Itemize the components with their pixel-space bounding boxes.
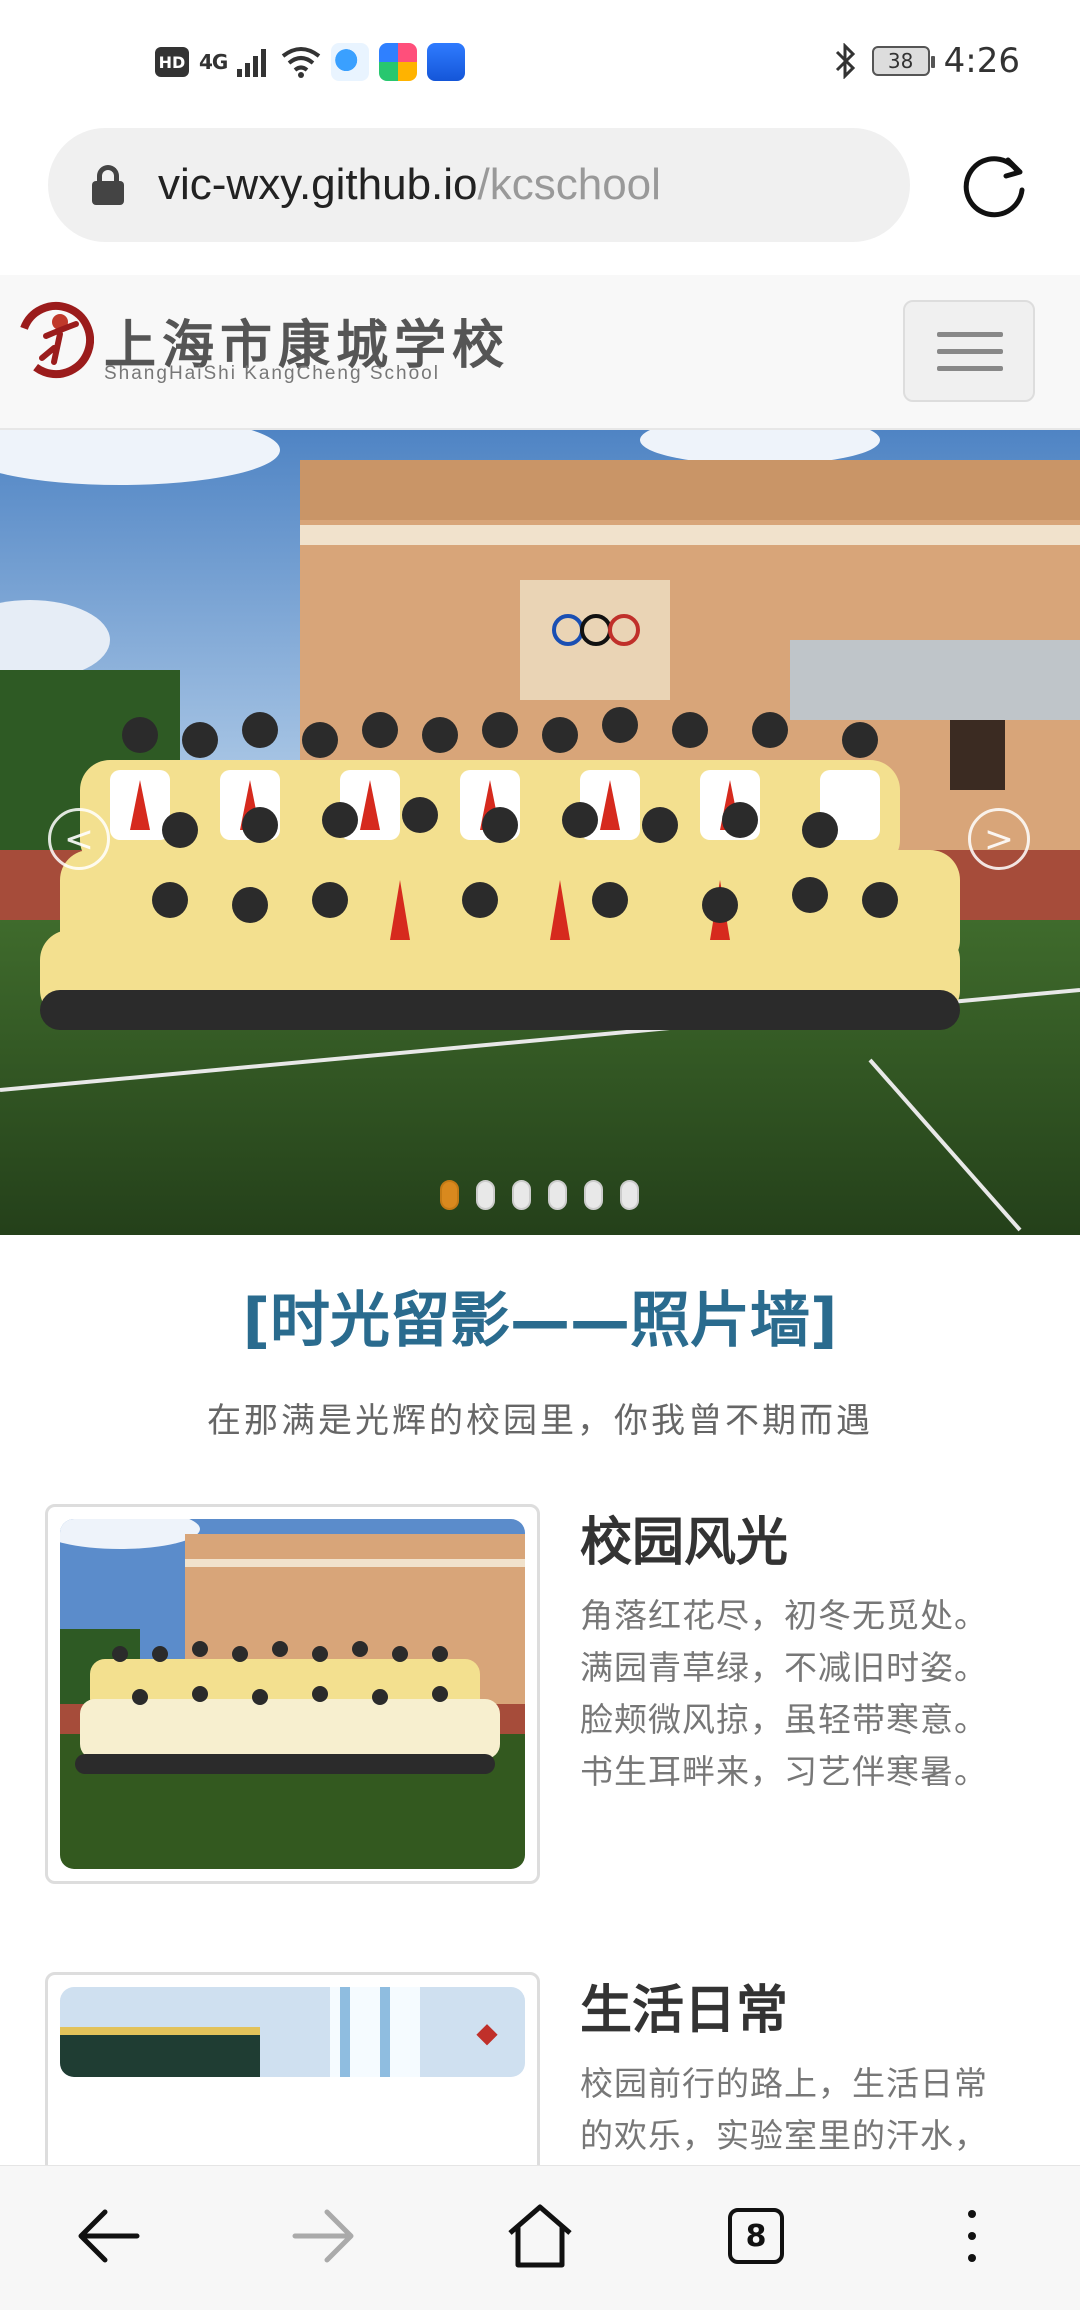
feature-title: 生活日常	[580, 1981, 789, 2041]
wifi-icon	[282, 47, 321, 78]
carousel-next-button[interactable]: >	[968, 808, 1030, 870]
status-left: HD 4G	[155, 40, 466, 84]
site-header: 上海市康城学校 ShangHaiShi KangCheng School	[0, 275, 1080, 430]
school-logo-icon[interactable]	[16, 300, 94, 380]
color-app-icon	[379, 43, 418, 81]
carousel-indicator-dot[interactable]	[440, 1180, 459, 1210]
carousel-indicator-dot[interactable]	[620, 1180, 639, 1210]
feature-thumbnail[interactable]	[45, 1504, 540, 1884]
tab-count-icon: 8	[728, 2208, 784, 2264]
back-button[interactable]	[68, 2196, 148, 2276]
campus-photo	[60, 1519, 525, 1869]
hamburger-icon	[937, 332, 1003, 337]
url-text[interactable]: vic-wxy.github.io/kcschool	[158, 160, 661, 210]
sports-app-icon	[427, 43, 466, 81]
photo-carousel[interactable]: < >	[0, 430, 1080, 1235]
home-icon	[508, 2204, 572, 2268]
feature-line: 角落红花尽，初冬无觅处。	[580, 1596, 988, 1635]
address-bar[interactable]: vic-wxy.github.io/kcschool	[48, 128, 910, 242]
status-right: 38 4:26	[834, 36, 1020, 86]
forward-button[interactable]	[284, 2196, 364, 2276]
browser-bottom-bar: 8	[0, 2165, 1080, 2310]
url-domain: vic-wxy.github.io	[158, 160, 478, 209]
bluetooth-icon	[835, 43, 855, 79]
reload-icon[interactable]	[958, 150, 1032, 224]
home-button[interactable]	[500, 2196, 580, 2276]
more-dots-icon	[968, 2210, 976, 2262]
carousel-indicator-dot[interactable]	[512, 1180, 531, 1210]
carousel-prev-button[interactable]: <	[48, 808, 110, 870]
signal-icon	[237, 49, 267, 77]
lock-icon[interactable]	[92, 165, 124, 205]
cloud-app-icon	[331, 43, 370, 81]
forward-arrow-icon	[292, 2209, 354, 2263]
feature-line: 书生耳畔来，习艺伴寒暑。	[580, 1752, 988, 1791]
classroom-photo	[60, 1987, 525, 2077]
feature-line: 校园前行的路上，生活日常	[580, 2064, 988, 2103]
feature-description: 角落红花尽，初冬无觅处。 满园青草绿，不减旧时姿。 脸颊微风掠，虽轻带寒意。 书…	[580, 1590, 1020, 1798]
carousel-indicators	[440, 1180, 639, 1210]
feature-line: 满园青草绿，不减旧时姿。	[580, 1648, 988, 1687]
status-bar: HD 4G 38 4:26	[0, 0, 1080, 120]
carousel-indicator-dot[interactable]	[584, 1180, 603, 1210]
feature-line: 脸颊微风掠，虽轻带寒意。	[580, 1700, 988, 1739]
carousel-slide-image	[0, 430, 1080, 1235]
carousel-indicator-dot[interactable]	[476, 1180, 495, 1210]
more-menu-button[interactable]	[932, 2196, 1012, 2276]
menu-toggle-button[interactable]	[903, 300, 1035, 402]
battery-icon: 38	[871, 46, 935, 76]
clock: 4:26	[943, 41, 1020, 81]
feature-description: 校园前行的路上，生活日常 的欢乐，实验室里的汗水，	[580, 2058, 1020, 2162]
feature-title: 校园风光	[580, 1513, 789, 1573]
section-subtitle: 在那满是光辉的校园里，你我曾不期而遇	[207, 1401, 873, 1441]
section-title: [时光留影——照片墙]	[242, 1286, 838, 1356]
hd-icon: HD	[155, 47, 189, 77]
url-path: /kcschool	[477, 160, 661, 209]
tabs-button[interactable]: 8	[716, 2196, 796, 2276]
feature-line: 的欢乐，实验室里的汗水，	[580, 2116, 988, 2155]
carousel-indicator-dot[interactable]	[548, 1180, 567, 1210]
network-label: 4G	[199, 50, 228, 74]
back-arrow-icon	[78, 2209, 140, 2263]
school-name-en: ShangHaiShi KangCheng School	[104, 363, 440, 384]
battery-level: 38	[887, 49, 914, 73]
